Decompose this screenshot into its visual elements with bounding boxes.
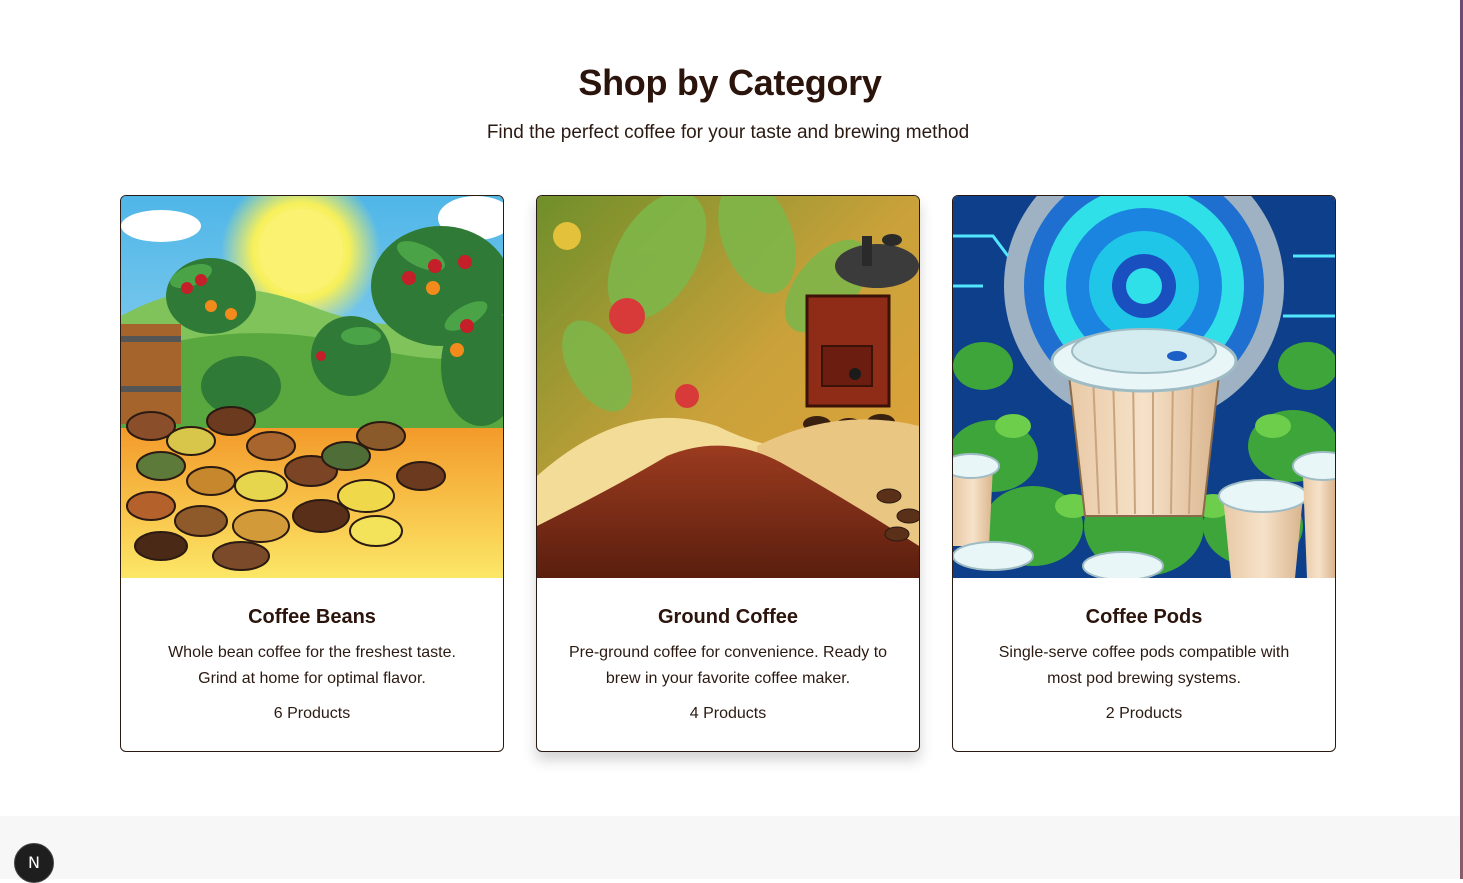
devtools-badge-label: N	[28, 853, 40, 872]
coffee-pods-image	[953, 196, 1335, 578]
product-count: 4 Products	[689, 705, 767, 722]
card-title: Coffee Beans	[248, 606, 376, 628]
card-description: Single-serve coffee pods compatible with…	[998, 644, 1290, 687]
card-title: Ground Coffee	[658, 606, 798, 628]
category-section: Shop by Category Find the perfect coffee…	[0, 0, 1460, 816]
category-card-ground-coffee[interactable]: Ground Coffee Pre-ground coffee for conv…	[536, 195, 920, 752]
card-description: Whole bean coffee for the freshest taste…	[168, 644, 456, 687]
category-card-coffee-pods[interactable]: Coffee Pods Single-serve coffee pods com…	[952, 195, 1336, 752]
next-section-band	[0, 816, 1460, 879]
card-title: Coffee Pods	[1085, 606, 1203, 628]
coffee-beans-image	[121, 196, 503, 578]
ground-coffee-image	[537, 196, 919, 578]
product-count: 6 Products	[273, 705, 351, 722]
card-description: Pre-ground coffee for convenience. Ready…	[568, 644, 888, 687]
section-subtitle: Find the perfect coffee for your taste a…	[486, 122, 970, 143]
nextjs-icon[interactable]: N	[14, 843, 54, 883]
category-card-coffee-beans[interactable]: Coffee Beans Whole bean coffee for the f…	[120, 195, 504, 752]
product-count: 2 Products	[1105, 705, 1183, 722]
section-title: Shop by Category	[578, 62, 882, 103]
